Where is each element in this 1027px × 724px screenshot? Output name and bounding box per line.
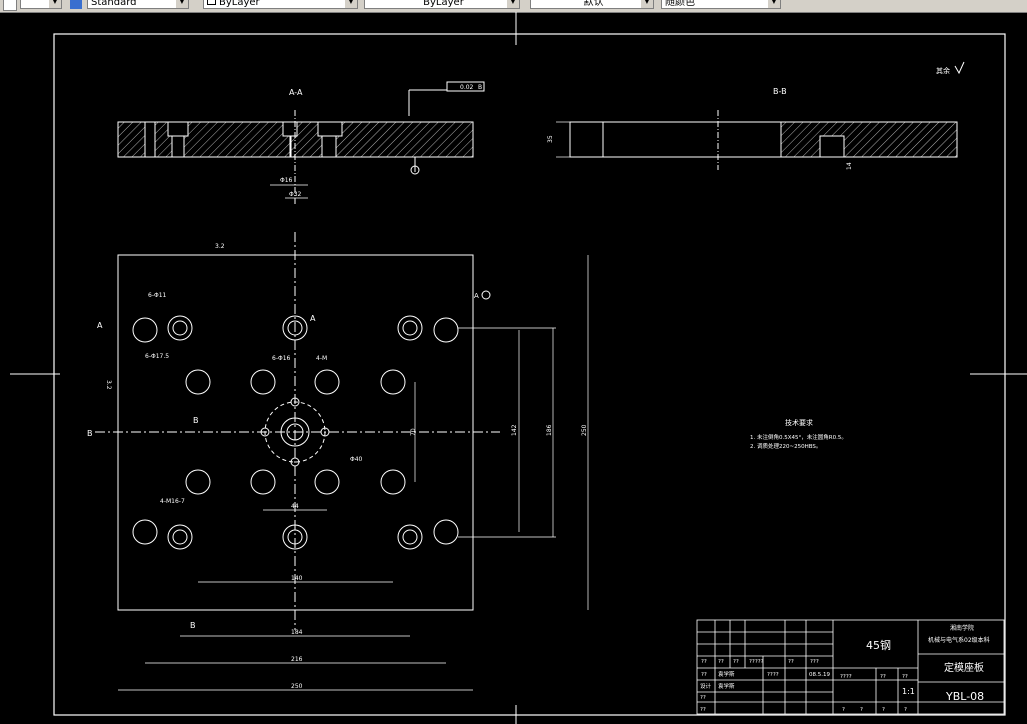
note-6-phi16: 6-Φ16 <box>272 355 291 362</box>
style-icon[interactable] <box>70 0 82 9</box>
layer-value: ByLayer <box>219 0 260 8</box>
lineweight-value: 默认 <box>583 0 604 8</box>
technical-notes: 技术要求 1. 未注倒角0.5X45°，未注圆角R0.5。 2. 调质处理220… <box>750 418 847 450</box>
dim-44: 44 <box>291 503 299 510</box>
linetype-dropdown[interactable]: ByLayer ▼ <box>364 0 520 9</box>
dim-roughness-top: 3.2 <box>215 243 225 250</box>
dim-186: 186 <box>546 424 553 436</box>
tb-misc-3: ?? <box>880 674 886 680</box>
tb-misc-6: ? <box>860 707 863 713</box>
chevron-down-icon[interactable]: ▼ <box>176 0 188 8</box>
view-label-b-mid: B <box>193 416 199 425</box>
tb-label-2: ?? <box>718 659 724 665</box>
text-style-icon[interactable] <box>3 0 17 11</box>
datum-a-tag: A <box>474 292 479 300</box>
tb-label-4: ????? <box>749 659 764 665</box>
dim-phi40: Φ40 <box>350 456 363 463</box>
section-bb-title: B-B <box>773 87 787 96</box>
lineweight-dropdown[interactable]: 默认 ▼ <box>530 0 654 9</box>
section-aa-view: A-A 0.02 B Φ16 Φ32 <box>117 81 485 205</box>
dim-184: 184 <box>291 629 303 636</box>
dim-phi32: Φ32 <box>289 191 302 198</box>
layer-state-dropdown[interactable]: ▼ <box>20 0 62 9</box>
roughness-text: 其余 <box>936 66 950 75</box>
section-aa-title: A-A <box>289 88 303 97</box>
tb-label-3: ?? <box>733 659 739 665</box>
text-style-dropdown[interactable]: Standard ▼ <box>87 0 189 9</box>
tb-row-label-1: ?? <box>701 672 707 678</box>
text-style-value: Standard <box>91 0 137 8</box>
scale: 1:1 <box>902 687 915 696</box>
dim-phi16: Φ16 <box>280 177 293 184</box>
tb-row-label-4: ?? <box>700 707 706 713</box>
plot-style-dropdown[interactable]: 随颜色 ▼ <box>661 0 781 9</box>
linetype-value: ByLayer <box>423 0 464 8</box>
tolerance-datum: B <box>478 84 482 91</box>
tech-note-2: 2. 调质处理220~250HBS。 <box>750 442 821 450</box>
tb-label-6: ??? <box>810 659 819 665</box>
drawing-number: YBL-08 <box>945 690 984 703</box>
tech-note-1: 1. 未注倒角0.5X45°，未注圆角R0.5。 <box>750 433 847 441</box>
view-label-a-center: A <box>310 314 316 323</box>
plan-view: 3.2 A 6-Φ11 6-Φ17.5 6-Φ16 4-M Φ40 4-M16-… <box>87 232 589 691</box>
note-4-m16: 4-M16-7 <box>160 498 185 505</box>
tolerance-value: 0.02 <box>460 84 474 91</box>
note-6-phi11: 6-Φ11 <box>148 292 167 299</box>
school-name: 湘南学院 <box>950 624 974 632</box>
layer-dropdown[interactable]: ByLayer ▼ <box>203 0 358 9</box>
date: 08.5.19 <box>809 672 830 678</box>
tb-row-label-3: ?? <box>700 695 706 701</box>
tb-misc-8: ? <box>904 707 907 713</box>
checker: 袁学斯 <box>718 682 735 690</box>
view-label-b-left: B <box>87 429 93 438</box>
chevron-down-icon[interactable]: ▼ <box>768 0 780 8</box>
school-dept: 机械与电气系02级本科 <box>928 636 990 644</box>
view-label-b-bottom: B <box>190 621 196 630</box>
color-swatch-icon <box>207 0 216 5</box>
tb-misc-7: ? <box>882 707 885 713</box>
drawing-canvas[interactable]: 其余 A-A 0.02 B Φ16 Φ32 B-B 35 14 3.2 A 6-… <box>0 12 1027 724</box>
plot-style-value: 随颜色 <box>665 0 695 8</box>
tech-title: 技术要求 <box>785 418 813 427</box>
dim-70: 70 <box>410 428 417 436</box>
dim-140: 140 <box>291 575 303 582</box>
note-4-m: 4-M <box>316 355 327 362</box>
note-6-phi17-5: 6-Φ17.5 <box>145 353 169 360</box>
tb-misc-1: ???? <box>767 672 779 678</box>
dim-216: 216 <box>291 656 303 663</box>
tb-label-1: ?? <box>701 659 707 665</box>
tb-misc-4: ?? <box>902 674 908 680</box>
dim-250-right: 250 <box>581 424 588 436</box>
tb-misc-5: ? <box>842 707 845 713</box>
dim-35: 35 <box>547 135 554 143</box>
chevron-down-icon[interactable]: ▼ <box>641 0 653 8</box>
dim-roughness-side: 3.2 <box>105 380 112 390</box>
section-bb-view: B-B 35 14 <box>547 87 958 170</box>
roughness-icon <box>954 61 965 75</box>
tb-row-label-2: 设计 <box>700 682 712 690</box>
designer: 袁学斯 <box>718 670 735 678</box>
dim-250-bottom: 250 <box>291 683 303 690</box>
chevron-down-icon[interactable]: ▼ <box>507 0 519 8</box>
tb-label-5: ?? <box>788 659 794 665</box>
dim-14: 14 <box>846 162 853 170</box>
crosshair <box>10 12 1027 724</box>
part-name: 定模座板 <box>944 661 984 674</box>
dim-142: 142 <box>511 424 518 436</box>
chevron-down-icon[interactable]: ▼ <box>345 0 357 8</box>
material: 45钢 <box>866 639 891 652</box>
chevron-down-icon[interactable]: ▼ <box>49 0 61 8</box>
view-label-a-left: A <box>97 321 103 330</box>
roughness-note: 其余 <box>936 61 965 75</box>
tb-misc-2: ???? <box>840 674 852 680</box>
